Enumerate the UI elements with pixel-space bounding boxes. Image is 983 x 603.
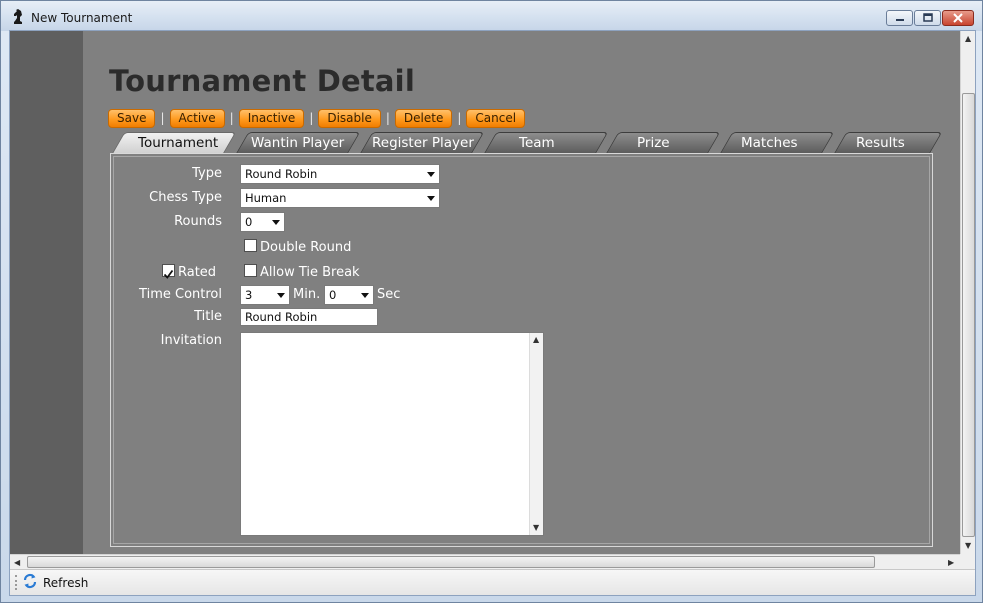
delete-button[interactable]: Delete — [394, 108, 453, 128]
chevron-down-icon — [277, 293, 285, 298]
type-select[interactable]: Round Robin — [240, 164, 440, 184]
scroll-down-icon[interactable]: ▼ — [965, 541, 971, 550]
toolbar-separator: | — [457, 111, 462, 125]
type-label: Type — [192, 166, 222, 181]
app-window: New Tournament Tournament Detail Save | … — [0, 0, 983, 603]
horizontal-scrollbar[interactable]: ◀ ▶ — [10, 554, 960, 569]
vertical-scrollbar[interactable]: ▲ ▼ — [960, 31, 975, 554]
tab-prize-label: Prize — [637, 135, 670, 151]
double-round-label: Double Round — [260, 240, 352, 255]
chess-knight-icon — [11, 8, 25, 25]
close-button[interactable] — [942, 10, 974, 26]
maximize-icon — [915, 11, 940, 25]
time-seconds-select[interactable]: 0 — [324, 285, 374, 305]
invitation-scrollbar[interactable]: ▲ ▼ — [529, 333, 543, 535]
scroll-up-icon[interactable]: ▲ — [533, 335, 539, 344]
cancel-button[interactable]: Cancel — [466, 108, 526, 128]
tab-strip: Tournament Wantin Player Register Player… — [110, 132, 943, 154]
chevron-down-icon — [427, 196, 435, 201]
chevron-down-icon — [361, 293, 369, 298]
scroll-down-icon[interactable]: ▼ — [533, 523, 539, 532]
minimize-icon — [887, 11, 912, 25]
horizontal-scroll-thumb[interactable] — [27, 556, 875, 568]
toolbar-separator: | — [229, 111, 234, 125]
scroll-up-icon[interactable]: ▲ — [965, 34, 971, 43]
type-select-value: Round Robin — [245, 167, 318, 181]
refresh-label: Refresh — [43, 576, 89, 590]
rounds-select-value: 0 — [245, 215, 253, 229]
double-round-checkbox[interactable] — [244, 239, 257, 252]
chess-type-label: Chess Type — [149, 190, 222, 205]
invitation-textarea[interactable]: ▲ ▼ — [240, 332, 544, 536]
time-minutes-select[interactable]: 3 — [240, 285, 290, 305]
chess-type-select[interactable]: Human — [240, 188, 440, 208]
rated-checkbox[interactable] — [162, 264, 175, 279]
allow-tie-break-checkbox[interactable] — [244, 264, 257, 277]
title-input[interactable]: Round Robin — [240, 308, 378, 326]
tab-wantin-player-label: Wantin Player — [251, 135, 345, 151]
tab-matches-label: Matches — [741, 135, 798, 151]
scrollbar-corner — [960, 554, 975, 569]
tournament-tab-panel: Type Round Robin Chess Type Human Rounds… — [110, 153, 933, 547]
refresh-icon — [22, 573, 38, 593]
title-bar[interactable]: New Tournament — [1, 1, 982, 31]
chess-type-select-value: Human — [245, 191, 287, 205]
tab-results-label: Results — [856, 135, 905, 151]
active-button[interactable]: Active — [169, 108, 225, 128]
time-seconds-value: 0 — [329, 288, 337, 302]
invitation-label: Invitation — [160, 333, 222, 348]
tab-register-player-label: Register Player — [372, 135, 474, 151]
title-input-value: Round Robin — [245, 310, 318, 324]
tab-tournament-label: Tournament — [138, 135, 219, 151]
vertical-scroll-thumb[interactable] — [962, 93, 975, 537]
checkmark-icon — [163, 269, 174, 279]
window-title: New Tournament — [31, 11, 133, 25]
time-control-label: Time Control — [139, 287, 222, 302]
page-title: Tournament Detail — [109, 64, 415, 98]
scroll-left-icon[interactable]: ◀ — [14, 558, 20, 567]
toolbar-separator: | — [160, 111, 165, 125]
left-sidebar-strip — [10, 31, 83, 554]
allow-tie-break-label: Allow Tie Break — [260, 265, 360, 280]
maximize-button[interactable] — [914, 10, 941, 26]
close-icon — [943, 11, 973, 25]
disable-button[interactable]: Disable — [318, 108, 381, 128]
chevron-down-icon — [427, 172, 435, 177]
title-label: Title — [194, 309, 222, 324]
inactive-button[interactable]: Inactive — [238, 108, 305, 128]
action-toolbar: Save | Active | Inactive | Disable | Del… — [108, 108, 526, 128]
scroll-right-icon[interactable]: ▶ — [948, 558, 954, 567]
tab-team-label: Team — [519, 135, 555, 151]
chevron-down-icon — [272, 220, 280, 225]
seconds-unit-label: Sec — [377, 287, 401, 302]
client-area: Tournament Detail Save | Active | Inacti… — [9, 30, 976, 596]
toolbar-separator: | — [385, 111, 390, 125]
toolbar-grip — [15, 575, 18, 590]
rounds-select[interactable]: 0 — [240, 212, 285, 232]
save-button[interactable]: Save — [108, 108, 156, 128]
status-bar: Refresh — [10, 569, 975, 595]
rounds-label: Rounds — [174, 214, 222, 229]
toolbar-separator: | — [309, 111, 314, 125]
rated-label: Rated — [178, 265, 217, 280]
time-minutes-value: 3 — [245, 288, 253, 302]
refresh-button[interactable]: Refresh — [22, 573, 89, 593]
minutes-unit-label: Min. — [293, 287, 321, 302]
tournament-detail-content: Tournament Detail Save | Active | Inacti… — [83, 31, 960, 554]
minimize-button[interactable] — [886, 10, 913, 26]
